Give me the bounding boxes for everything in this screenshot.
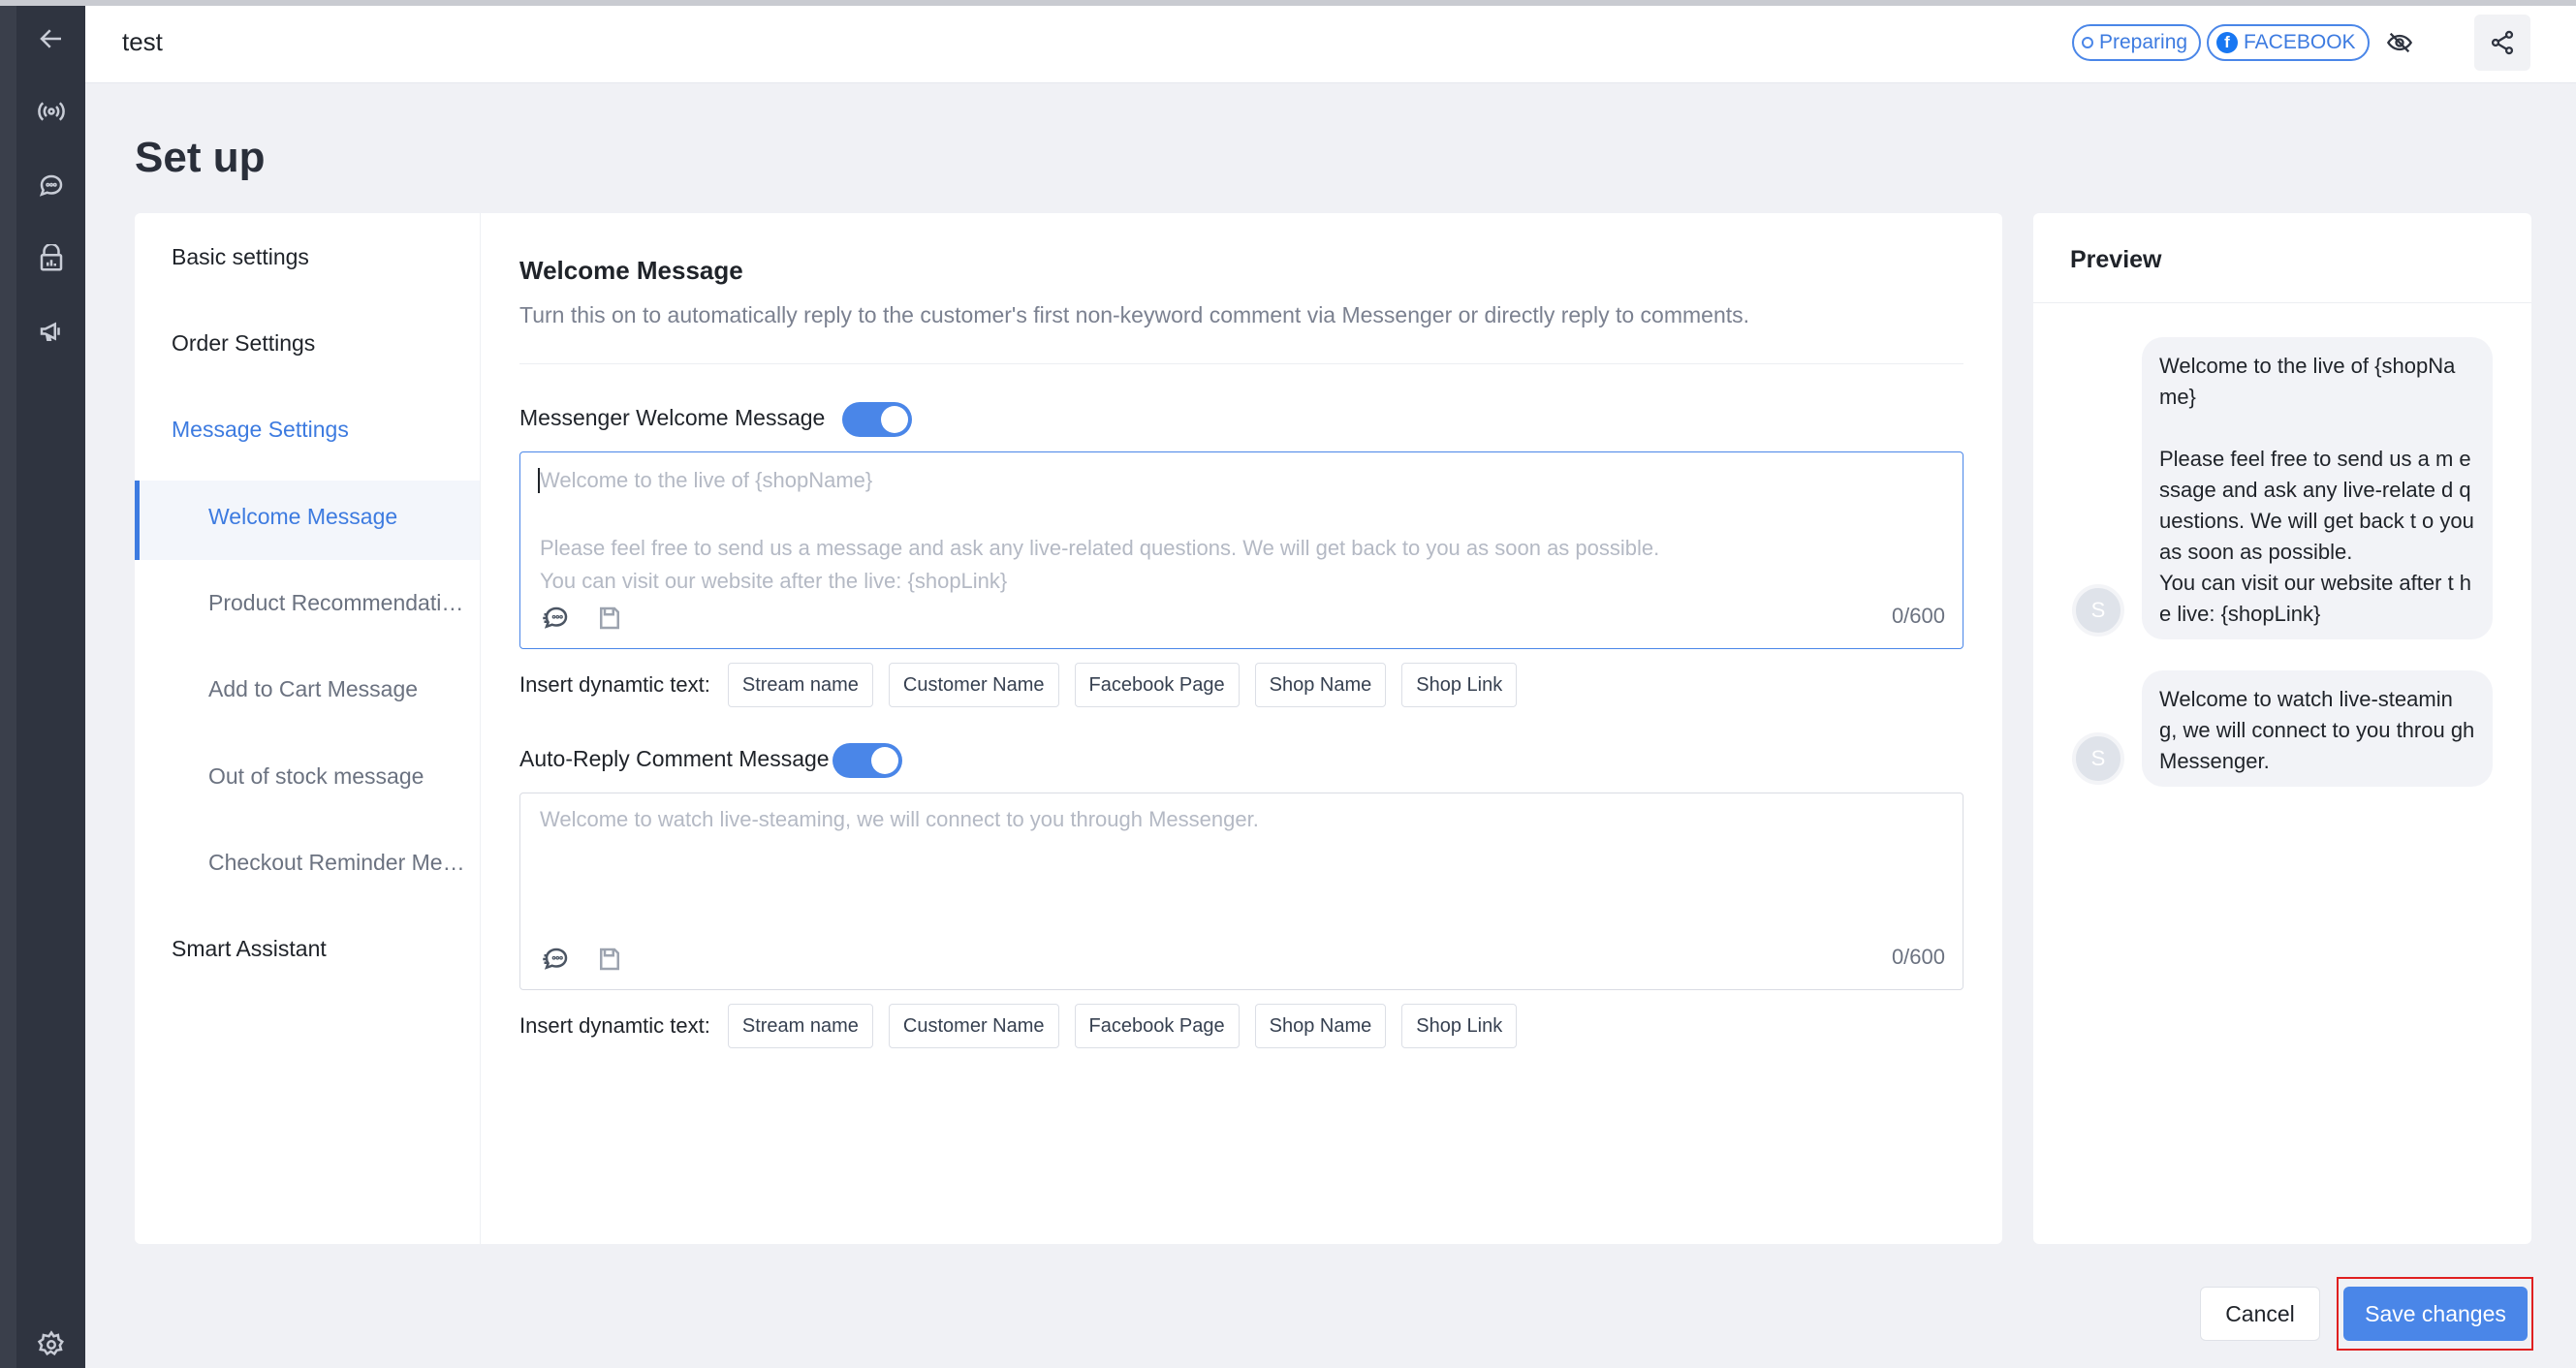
shop-stats-icon[interactable]	[16, 230, 85, 288]
status-badge: Preparing	[2072, 24, 2202, 61]
section-divider	[519, 363, 1963, 364]
top-header: test Preparing f FACEBOOK	[85, 6, 2576, 83]
insert-dynamic-label: Insert dynamtic text:	[519, 1013, 710, 1038]
avatar: S	[2072, 584, 2124, 637]
preview-messenger-bubble: Welcome to the live of {shopNa me} Pleas…	[2142, 337, 2493, 639]
nav-product-recommendation[interactable]: Product Recommendation Message	[208, 590, 470, 616]
chip-shop-name[interactable]: Shop Name	[1254, 1004, 1387, 1048]
left-rail	[16, 6, 85, 1368]
auto-reply-comment-toggle[interactable]	[832, 743, 902, 778]
placeholder-line: Welcome to watch live-steaming, we will …	[540, 807, 1259, 831]
section-title: Welcome Message	[519, 256, 743, 285]
auto-reply-comment-label: Auto-Reply Comment Message	[519, 746, 830, 771]
emoji-comment-icon[interactable]	[540, 943, 573, 976]
char-counter: 0/600	[1891, 945, 1945, 969]
megaphone-icon[interactable]	[16, 302, 85, 360]
chip-stream-name[interactable]: Stream name	[727, 663, 873, 707]
insert-dynamic-row: Insert dynamtic text: Stream name Custom…	[519, 1004, 1518, 1048]
preview-comment-bubble: Welcome to watch live-steamin g, we will…	[2142, 670, 2493, 787]
nav-welcome-message[interactable]: Welcome Message	[208, 504, 470, 530]
nav-basic-settings[interactable]: Basic settings	[172, 244, 309, 270]
messenger-welcome-textarea[interactable]: Welcome to the live of {shopName} Please…	[519, 451, 1963, 649]
nav-order-settings[interactable]: Order Settings	[172, 330, 315, 357]
platform-badge: f FACEBOOK	[2207, 24, 2370, 61]
live-broadcast-icon[interactable]	[16, 82, 85, 140]
char-counter: 0/600	[1891, 604, 1945, 628]
nav-out-of-stock-message[interactable]: Out of stock message	[208, 763, 470, 790]
insert-dynamic-row: Insert dynamtic text: Stream name Custom…	[519, 663, 1518, 707]
status-dot-icon	[2082, 37, 2093, 48]
chip-customer-name[interactable]: Customer Name	[888, 663, 1059, 707]
preview-title: Preview	[2070, 246, 2162, 273]
messenger-welcome-label: Messenger Welcome Message	[519, 405, 826, 430]
rail-edge	[0, 6, 16, 1368]
chip-stream-name[interactable]: Stream name	[727, 1004, 873, 1048]
facebook-icon: f	[2216, 32, 2238, 53]
save-template-icon[interactable]	[593, 943, 626, 976]
share-icon	[2491, 30, 2514, 55]
section-description: Turn this on to automatically reply to t…	[519, 302, 1750, 327]
preview-divider	[2033, 302, 2531, 303]
save-template-icon[interactable]	[593, 602, 626, 635]
platform-label: FACEBOOK	[2244, 31, 2356, 53]
nav-smart-assistant[interactable]: Smart Assistant	[172, 936, 327, 962]
status-label: Preparing	[2099, 31, 2188, 53]
avatar: S	[2072, 732, 2124, 785]
insert-dynamic-label: Insert dynamtic text:	[519, 672, 710, 697]
preview-panel: Preview Welcome to the live of {shopNa m…	[2033, 213, 2531, 1244]
chip-shop-link[interactable]: Shop Link	[1401, 663, 1518, 707]
nav-message-settings[interactable]: Message Settings	[172, 417, 349, 443]
welcome-message-panel: Welcome Message Turn this on to automati…	[519, 213, 1963, 1244]
messenger-welcome-toggle[interactable]	[842, 402, 912, 437]
placeholder-line: You can visit our website after the live…	[540, 569, 1008, 593]
stream-title: test	[122, 27, 163, 56]
placeholder-line: Please feel free to send us a message an…	[540, 536, 1660, 560]
chip-facebook-page[interactable]: Facebook Page	[1074, 663, 1240, 707]
nav-add-to-cart-message[interactable]: Add to Cart Message	[208, 676, 470, 702]
active-item-indicator	[135, 481, 140, 560]
page-title: Set up	[135, 134, 266, 181]
back-arrow-icon[interactable]	[16, 10, 85, 68]
chip-shop-link[interactable]: Shop Link	[1401, 1004, 1518, 1048]
placeholder-line: Welcome to the live of {shopName}	[540, 468, 873, 492]
save-changes-button[interactable]: Save changes	[2343, 1287, 2528, 1341]
hide-eye-icon[interactable]	[2372, 15, 2428, 71]
emoji-comment-icon[interactable]	[540, 602, 573, 635]
chip-shop-name[interactable]: Shop Name	[1254, 663, 1387, 707]
share-button[interactable]	[2474, 15, 2530, 71]
cancel-button[interactable]: Cancel	[2200, 1287, 2320, 1341]
chip-customer-name[interactable]: Customer Name	[888, 1004, 1059, 1048]
chip-facebook-page[interactable]: Facebook Page	[1074, 1004, 1240, 1048]
auto-reply-comment-textarea[interactable]: Welcome to watch live-steaming, we will …	[519, 793, 1963, 990]
settings-nav: Basic settings Order Settings Message Se…	[135, 213, 481, 1244]
settings-gear-icon[interactable]	[16, 1316, 85, 1368]
nav-checkout-reminder[interactable]: Checkout Reminder Message	[208, 850, 470, 876]
settings-card: Basic settings Order Settings Message Se…	[135, 213, 2002, 1244]
chat-bubble-icon[interactable]	[16, 157, 85, 215]
